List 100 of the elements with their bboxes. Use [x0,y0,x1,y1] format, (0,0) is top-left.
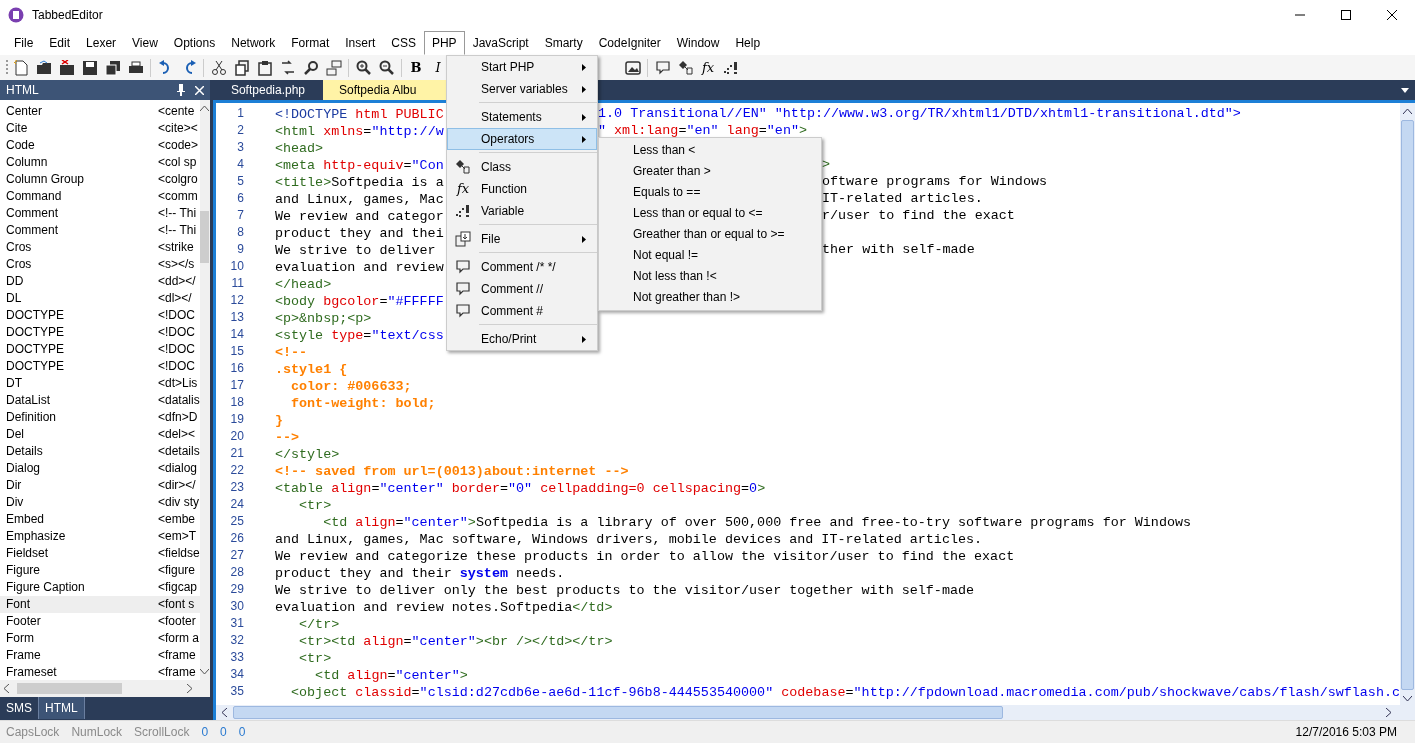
list-row[interactable]: Figure Caption <figcap [0,579,200,596]
zoom-in-icon[interactable] [355,59,372,76]
list-row[interactable]: Definition <dfn>D [0,409,200,426]
list-row[interactable]: DT <dt>Lis [0,375,200,392]
list-row[interactable]: Frame <frame [0,647,200,664]
replace-icon[interactable] [279,59,296,76]
copy-icon[interactable] [233,59,250,76]
list-row[interactable]: Dialog <dialog [0,460,200,477]
menu-item[interactable]: Class [447,156,597,178]
image-icon[interactable] [624,59,641,76]
menu-item[interactable]: Insert [337,31,384,55]
menu-item[interactable]: CSS [383,31,424,55]
variable-icon[interactable] [722,59,739,76]
list-row[interactable]: Column Group <colgro [0,171,200,188]
list-row[interactable]: DOCTYPE <!DOC [0,324,200,341]
scroll-left-icon[interactable] [221,708,227,717]
close-file-icon[interactable] [58,59,75,76]
menu-item[interactable]: Not less than !< [599,266,821,287]
new-file-icon[interactable] [12,59,29,76]
scrollbar-thumb[interactable] [17,683,122,694]
menu-item[interactable]: Greater than > [599,161,821,182]
menu-item[interactable]: Lexer [78,31,125,55]
scrollbar[interactable] [215,705,1415,720]
scroll-down-icon[interactable] [1403,696,1412,701]
menu-item[interactable]: Less than < [599,140,821,161]
class-icon[interactable] [677,59,694,76]
format-button[interactable]: B [405,56,427,79]
menu-item[interactable]: Format [283,31,338,55]
menu-item[interactable]: Comment # [447,300,597,322]
menu-item[interactable]: Operators [447,128,597,150]
list-row[interactable]: Comment <!-- Thi [0,205,200,222]
list-row[interactable]: Frameset <frame [0,664,200,681]
list-row[interactable]: DOCTYPE <!DOC [0,341,200,358]
list-row[interactable]: Code <code> [0,137,200,154]
format-button[interactable]: I [427,56,449,79]
menu-item[interactable]: PHP [423,31,465,55]
scrollbar[interactable] [1400,103,1415,705]
folder-icon[interactable] [35,59,52,76]
close-icon[interactable] [1387,10,1397,20]
list-row[interactable]: Font <font s [0,596,200,613]
scroll-up-icon[interactable] [200,106,210,111]
list-row[interactable]: Center <cente [0,103,200,120]
list-row[interactable]: Cros <strike [0,239,200,256]
list-row[interactable]: Command <comm [0,188,200,205]
scrollbar-thumb[interactable] [200,211,210,263]
menu-item[interactable]: Edit [41,31,79,55]
menu-item[interactable]: Network [223,31,284,55]
scissors-icon[interactable] [210,59,227,76]
list-row[interactable]: DD <dd></ [0,273,200,290]
list-row[interactable]: Fieldset <fieldse [0,545,200,562]
list-row[interactable]: DataList <datalis [0,392,200,409]
list-row[interactable]: Emphasize <em>T [0,528,200,545]
panel-tab[interactable]: HTML [39,697,85,719]
menu-item[interactable]: View [124,31,166,55]
menu-item[interactable]: File [6,31,42,55]
document-tab[interactable]: Softpedia Albu [323,80,447,100]
scroll-right-icon[interactable] [187,684,192,693]
list-row[interactable]: Details <details [0,443,200,460]
menu-item[interactable]: Comment // [447,278,597,300]
list-row[interactable]: DOCTYPE <!DOC [0,307,200,324]
scrollbar-thumb[interactable] [232,706,1003,719]
pin-icon[interactable] [177,84,185,96]
menu-item[interactable]: Equals to == [599,182,821,203]
list-row[interactable]: Dir <dir></ [0,477,200,494]
scroll-down-icon[interactable] [200,669,210,675]
menu-item[interactable]: Comment /* */ [447,256,597,278]
function-button[interactable]: fx [697,56,719,79]
list-row[interactable]: Cite <cite>< [0,120,200,137]
menu-item[interactable]: Echo/Print [447,328,597,350]
menu-item[interactable]: Statements [447,106,597,128]
list-row[interactable]: Comment <!-- Thi [0,222,200,239]
scrollbar[interactable] [0,680,210,697]
scroll-right-icon[interactable] [1386,708,1391,717]
menu-item[interactable]: Window [668,31,728,55]
menu-item[interactable]: Options [165,31,224,55]
menu-item[interactable]: Start PHP [447,56,597,78]
menu-item[interactable]: fx Function [447,178,597,200]
scroll-left-icon[interactable] [4,684,9,693]
menu-item[interactable]: Not equal != [599,245,821,266]
menu-item[interactable]: Not greather than !> [599,287,821,308]
list-row[interactable]: DOCTYPE <!DOC [0,358,200,375]
menu-item[interactable]: Greather than or equal to >= [599,224,821,245]
list-row[interactable]: Column <col sp [0,154,200,171]
search-icon[interactable] [302,59,319,76]
list-row[interactable]: DL <dl></ [0,290,200,307]
windows-icon[interactable] [325,59,342,76]
maximize-icon[interactable] [1341,10,1351,20]
scrollbar-thumb[interactable] [1401,120,1414,690]
menu-item[interactable]: Server variables [447,78,597,100]
floppy-disks-icon[interactable] [104,59,121,76]
list-row[interactable]: Embed <embe [0,511,200,528]
list-row[interactable]: Footer <footer [0,613,200,630]
list-row[interactable]: Div <div sty [0,494,200,511]
menu-item[interactable]: File [447,228,597,250]
list-row[interactable]: Form <form a [0,630,200,647]
list-row[interactable]: Cros <s></s [0,256,200,273]
list-row[interactable]: Figure <figure [0,562,200,579]
zoom-out-icon[interactable] [378,59,395,76]
speech-bubble-icon[interactable] [654,59,671,76]
menu-item[interactable]: CodeIgniter [590,31,669,55]
